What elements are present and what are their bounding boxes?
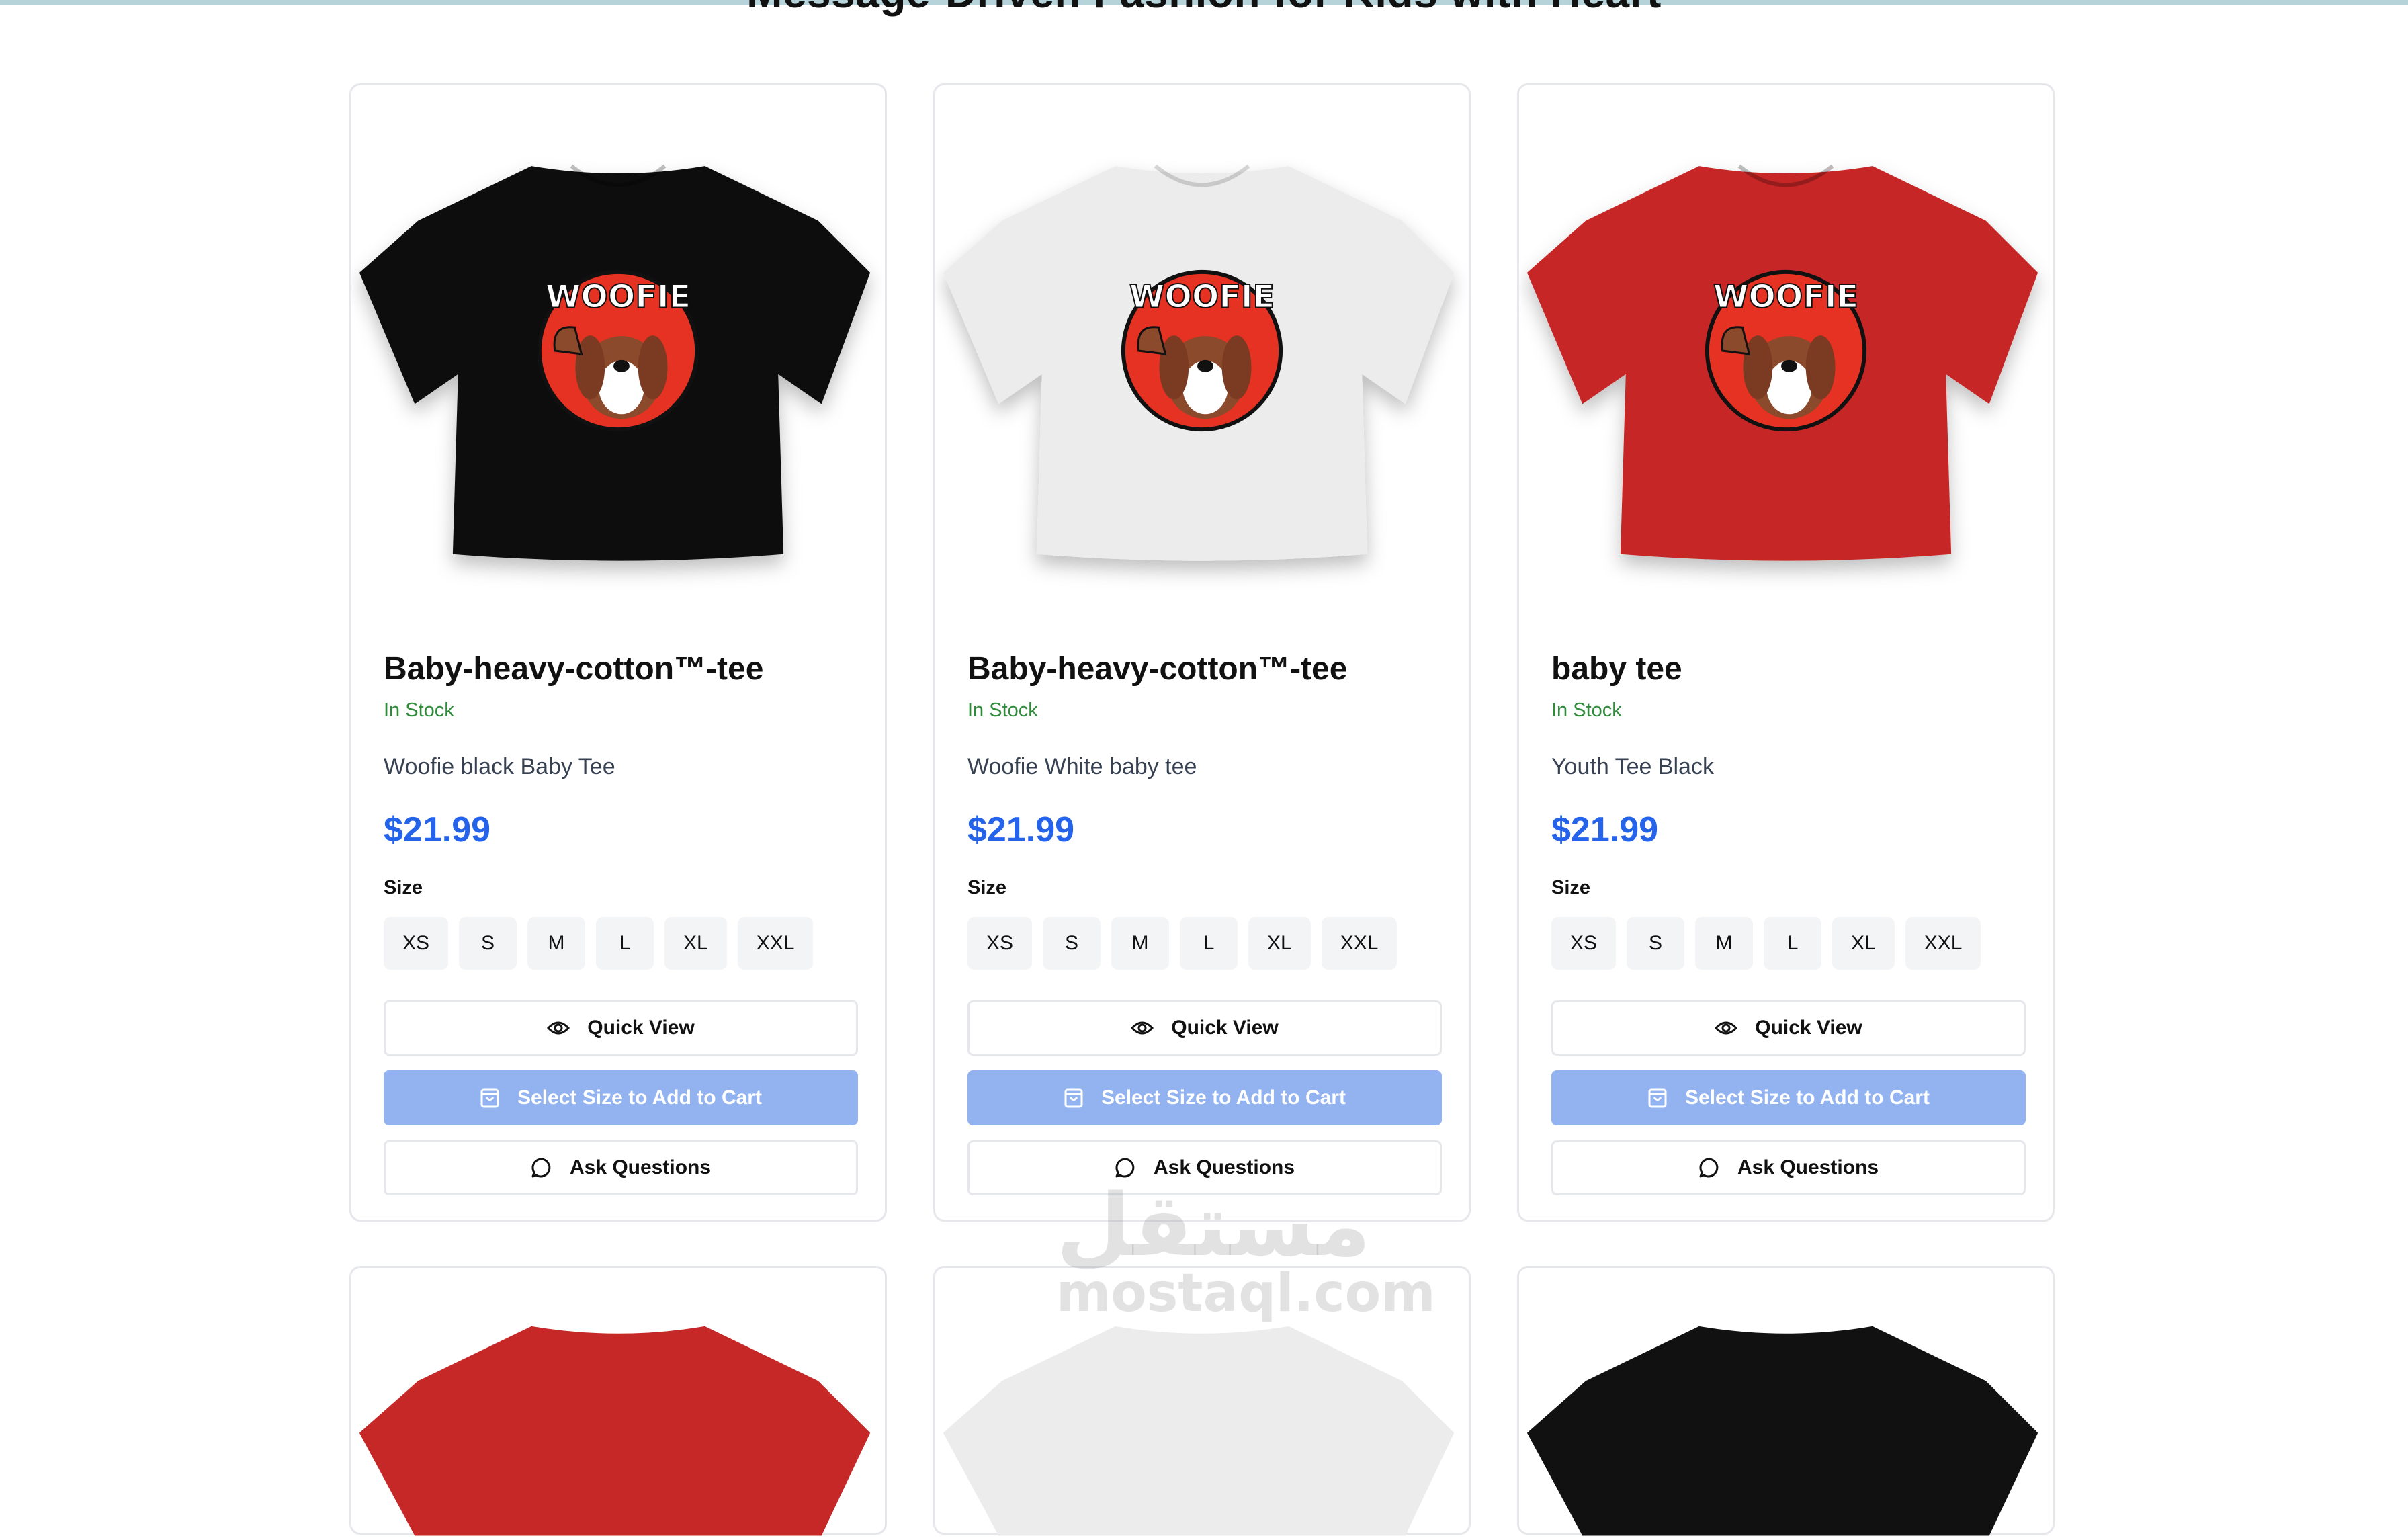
product-grid: WOOFIE Baby-heavy-cotton™-tee In Stock W… <box>0 0 2408 1536</box>
product-title[interactable]: Baby-heavy-cotton™-tee <box>384 648 853 690</box>
ask-questions-button[interactable]: Ask Questions <box>968 1140 1442 1195</box>
ask-questions-label: Ask Questions <box>1153 1156 1295 1179</box>
eye-icon <box>547 1020 570 1036</box>
size-option-xl[interactable]: XL <box>1248 917 1311 970</box>
ask-questions-button[interactable]: Ask Questions <box>1551 1140 2026 1195</box>
product-card <box>1517 1266 2055 1536</box>
size-option-xxl[interactable]: XXL <box>1905 917 1981 970</box>
size-option-xs[interactable]: XS <box>384 917 449 970</box>
stock-status: In Stock <box>1551 699 1622 721</box>
tshirt-image <box>1526 1326 2038 1536</box>
size-selector: XS S M L XL XXL <box>1551 917 2020 970</box>
product-card: WOOFIE Baby-heavy-cotton™-tee In Stock W… <box>349 83 887 1222</box>
product-title[interactable]: Baby-heavy-cotton™-tee <box>968 648 1436 690</box>
shopping-bag-icon <box>1064 1087 1084 1109</box>
eye-icon <box>1131 1020 1154 1036</box>
woofie-logo: WOOFIE <box>537 269 699 432</box>
size-option-xs[interactable]: XS <box>968 917 1033 970</box>
product-price: $21.99 <box>968 810 1075 849</box>
tshirt-image: WOOFIE <box>359 164 871 561</box>
size-label: Size <box>1551 877 1591 898</box>
size-option-xxl[interactable]: XXL <box>1321 917 1398 970</box>
product-image[interactable]: WOOFIE <box>351 85 885 616</box>
product-image[interactable]: WOOFIE <box>935 85 1469 616</box>
size-option-xl[interactable]: XL <box>664 917 727 970</box>
quick-view-label: Quick View <box>1171 1017 1279 1039</box>
size-option-l[interactable]: L <box>596 917 654 970</box>
svg-text:WOOFIE: WOOFIE <box>1129 278 1275 315</box>
tshirt-image: WOOFIE <box>943 164 1455 561</box>
stock-status: In Stock <box>968 699 1038 721</box>
size-option-s[interactable]: S <box>1043 917 1101 970</box>
size-option-m[interactable]: M <box>1695 917 1754 970</box>
product-card: WOOFIE baby tee In Stock Youth Tee Black… <box>1517 83 2055 1222</box>
chat-bubble-icon <box>1698 1157 1720 1179</box>
size-selector: XS S M L XL XXL <box>384 917 853 970</box>
size-option-s[interactable]: S <box>459 917 517 970</box>
add-to-cart-label: Select Size to Add to Cart <box>1101 1086 1346 1109</box>
size-selector: XS S M L XL XXL <box>968 917 1436 970</box>
svg-text:WOOFIE: WOOFIE <box>1713 278 1858 315</box>
add-to-cart-button[interactable]: Select Size to Add to Cart <box>1551 1070 2026 1125</box>
tshirt-image: WOOFIE <box>1526 164 2038 561</box>
size-label: Size <box>968 877 1007 898</box>
chat-bubble-icon <box>1115 1157 1136 1179</box>
product-card <box>349 1266 887 1536</box>
size-option-l[interactable]: L <box>1180 917 1238 970</box>
add-to-cart-label: Select Size to Add to Cart <box>1685 1086 1930 1109</box>
add-to-cart-button[interactable]: Select Size to Add to Cart <box>384 1070 858 1125</box>
size-label: Size <box>384 877 423 898</box>
product-price: $21.99 <box>384 810 491 849</box>
size-option-l[interactable]: L <box>1764 917 1822 970</box>
size-option-xs[interactable]: XS <box>1551 917 1617 970</box>
product-title[interactable]: baby tee <box>1551 648 2020 690</box>
add-to-cart-button[interactable]: Select Size to Add to Cart <box>968 1070 1442 1125</box>
shopping-bag-icon <box>480 1087 500 1109</box>
product-price: $21.99 <box>1551 810 1659 849</box>
tshirt-image <box>943 1326 1455 1536</box>
eye-icon <box>1715 1020 1738 1036</box>
shopping-bag-icon <box>1647 1087 1668 1109</box>
add-to-cart-label: Select Size to Add to Cart <box>517 1086 762 1109</box>
product-description: Youth Tee Black <box>1551 754 1714 779</box>
size-option-xxl[interactable]: XXL <box>737 917 814 970</box>
ask-questions-label: Ask Questions <box>569 1156 712 1179</box>
size-option-s[interactable]: S <box>1627 917 1685 970</box>
quick-view-label: Quick View <box>1755 1017 1862 1039</box>
size-option-m[interactable]: M <box>1111 917 1170 970</box>
product-card: WOOFIE Baby-heavy-cotton™-tee In Stock W… <box>933 83 1471 1222</box>
quick-view-label: Quick View <box>587 1017 695 1039</box>
product-card <box>933 1266 1471 1536</box>
product-description: Woofie black Baby Tee <box>384 754 615 779</box>
quick-view-button[interactable]: Quick View <box>1551 1000 2026 1056</box>
product-image[interactable]: WOOFIE <box>1519 85 2053 616</box>
tshirt-image <box>359 1326 871 1536</box>
woofie-logo: WOOFIE <box>1121 269 1283 432</box>
product-description: Woofie White baby tee <box>968 754 1197 779</box>
size-option-xl[interactable]: XL <box>1832 917 1895 970</box>
stock-status: In Stock <box>384 699 454 721</box>
woofie-logo: WOOFIE <box>1705 269 1867 432</box>
quick-view-button[interactable]: Quick View <box>384 1000 858 1056</box>
ask-questions-label: Ask Questions <box>1737 1156 1879 1179</box>
svg-text:WOOFIE: WOOFIE <box>546 278 691 315</box>
ask-questions-button[interactable]: Ask Questions <box>384 1140 858 1195</box>
chat-bubble-icon <box>531 1157 552 1179</box>
size-option-m[interactable]: M <box>527 917 586 970</box>
quick-view-button[interactable]: Quick View <box>968 1000 1442 1056</box>
